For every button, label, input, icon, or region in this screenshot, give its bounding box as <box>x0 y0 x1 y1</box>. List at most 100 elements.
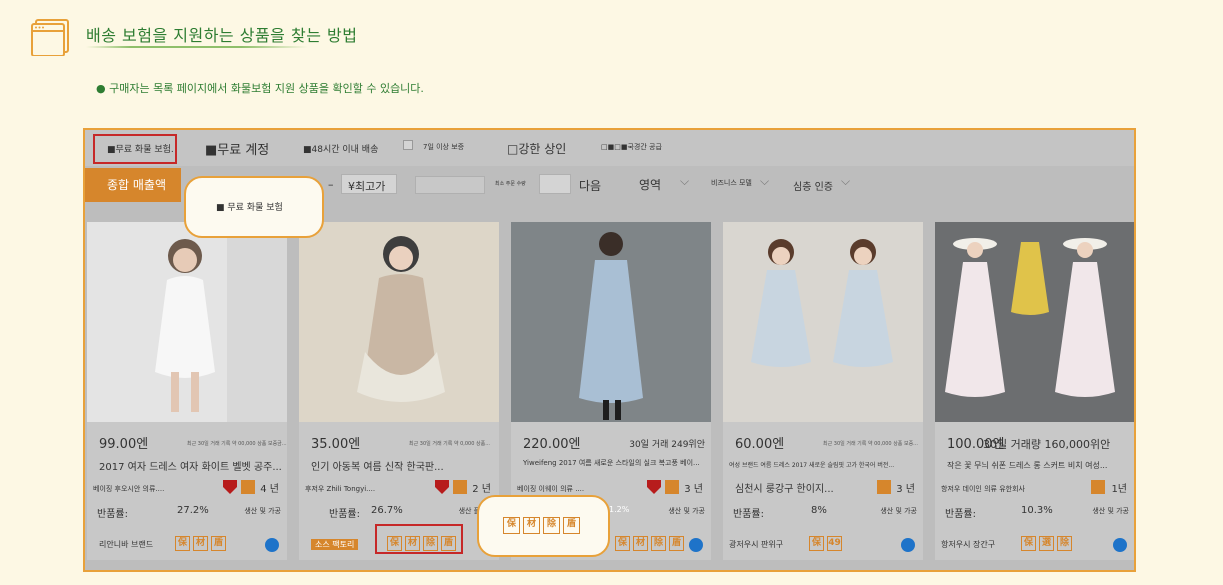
return-rate-label: 반품률: <box>329 509 360 520</box>
chevron-down-icon: ⌵ <box>760 174 770 188</box>
product-title[interactable]: Yiweifeng 2017 여름 새로운 스타일의 실크 복고풍 베이... <box>523 458 709 468</box>
product-image <box>299 222 499 422</box>
insurance-icon: 保 <box>809 536 824 551</box>
product-image <box>935 222 1134 422</box>
insurance-icon: 保 <box>503 517 520 534</box>
production-type: 생산 및 가공 <box>880 507 917 515</box>
chat-icon[interactable] <box>901 538 915 552</box>
next-button[interactable]: 다음 <box>579 177 601 194</box>
return-rate-label: 반품률: <box>945 509 976 520</box>
seller-years: 1년 <box>1111 484 1127 495</box>
title-underline <box>86 46 308 48</box>
filter-7day-return[interactable]: 7일 이상 보증 <box>423 142 464 152</box>
brand-label: 소스 팩토리 <box>311 539 359 550</box>
product-meta: 최근 30일 거래 기록 약 0,000 상품... <box>409 441 490 447</box>
material-icon: 材 <box>633 536 648 551</box>
instruction-note: ● 구매자는 목록 페이지에서 화물보험 지원 상품을 확인할 수 있습니다. <box>96 82 424 95</box>
material-icon: 材 <box>193 536 208 551</box>
return-rate-value: 26.7% <box>371 505 403 516</box>
business-model-dropdown[interactable]: 비즈니스 모델 <box>711 178 752 188</box>
monthly-sales: 30일 거래 249위안 <box>629 440 705 450</box>
seller-name[interactable]: 여성 브랜드 여름 드레스 2017 새로운 슬림핏 고가 한국어 버전... <box>729 460 894 469</box>
product-price: 99.00엔 <box>99 437 149 452</box>
seller-years: 3 년 <box>684 484 703 495</box>
price-dash: – <box>328 178 334 191</box>
shipping-insurance-icon: 除 <box>651 536 666 551</box>
brand-label: 항저우시 장간구 <box>941 540 996 549</box>
trust-badge-icon <box>665 480 679 494</box>
shipping-insurance-icon: 除 <box>1057 536 1072 551</box>
return-rate-value: 27.2% <box>177 505 209 516</box>
trust-badge-icon <box>453 480 467 494</box>
price-range-graph <box>415 176 485 194</box>
return-rate-value: 1.2% <box>609 505 630 514</box>
seller-name[interactable]: 베이징 후오시안 의류.... <box>93 484 164 494</box>
trust-badge-icon <box>241 480 255 494</box>
insurance-icon: 保 <box>1021 536 1036 551</box>
window-icon <box>31 19 69 56</box>
shield-icon <box>647 480 661 494</box>
product-price: 60.00엔 <box>735 437 785 452</box>
production-type: 생산 및 가공 <box>1092 507 1129 515</box>
product-card[interactable]: 35.00엔 최근 30일 거래 기록 약 0,000 상품... 인기 아동복… <box>299 222 499 560</box>
product-title[interactable]: 인기 아동복 여름 신작 한국판... <box>311 458 497 473</box>
return-rate-value: 10.3% <box>1021 505 1053 516</box>
material-icon: 材 <box>523 517 540 534</box>
product-price: 35.00엔 <box>311 437 361 452</box>
chat-icon[interactable] <box>689 538 703 552</box>
seller-years: 3 년 <box>896 484 915 495</box>
service-badges: 保 材 盾 <box>175 536 226 551</box>
product-card[interactable]: 99.00엔 최근 30일 거래 기록 약 00,000 상품 보증금... 2… <box>87 222 287 560</box>
insurance-icon: 保 <box>615 536 630 551</box>
shield-icon <box>223 480 237 494</box>
chat-icon[interactable] <box>265 538 279 552</box>
filter-callout: ■ 무료 화물 보험 <box>184 176 324 238</box>
production-type: 생산 및 가공 <box>668 507 705 515</box>
seller-name[interactable]: 항저우 데이인 의류 유한회사 <box>941 484 1025 494</box>
brand-label: 광저우시 판위구 <box>729 540 784 549</box>
selection-icon: 選 <box>1039 536 1054 551</box>
filter-free-account[interactable]: ■무료 계정 <box>205 139 269 158</box>
service-badges: 保 材 除 盾 <box>615 536 684 551</box>
seller-years: 2 년 <box>472 484 491 495</box>
product-card[interactable]: 100.00엔 30일 거래량 160,000위안 작은 꽃 무늬 쉬폰 드레스… <box>935 222 1134 560</box>
highlight-box <box>93 134 177 164</box>
badge-callout: 保 材 除 盾 <box>477 495 610 557</box>
product-title[interactable]: 작은 꽃 무늬 쉬폰 드레스 롱 스커트 비치 여성... <box>947 460 1133 471</box>
product-title[interactable]: 심천시 룽강구 한이지... <box>735 480 921 495</box>
max-price-input[interactable]: ¥최고가 <box>341 174 397 194</box>
chevron-down-icon: ⌵ <box>680 174 690 188</box>
material-icon: 49 <box>827 536 842 551</box>
page-title: 배송 보험을 지원하는 상품을 찾는 방법 <box>86 26 358 45</box>
min-order-input[interactable] <box>539 174 571 194</box>
trust-badge-icon <box>877 480 891 494</box>
shield-badge-icon: 盾 <box>563 517 580 534</box>
service-badges: 保 49 <box>809 536 842 551</box>
deep-cert-dropdown[interactable]: 심층 인증 <box>793 178 833 193</box>
product-meta: 최근 30일 거래 기록 약 00,000 상품 보증... <box>823 441 918 447</box>
sort-comprehensive-button[interactable]: 종합 매출액 <box>85 168 181 202</box>
filter-bar: ■무료 화물 보험. ■무료 계정 ■48시간 이내 배송 7일 이상 보증 □… <box>85 130 1134 166</box>
product-title[interactable]: 2017 여자 드레스 여자 화이트 벨벳 공주... <box>99 458 285 473</box>
product-image <box>511 222 711 422</box>
region-dropdown[interactable]: 영역 <box>639 176 661 193</box>
seller-name[interactable]: 후저우 Zhili Tongyi.... <box>305 484 375 494</box>
product-meta: 최근 30일 거래 기록 약 00,000 상품 보증금... <box>187 441 287 447</box>
shield-icon <box>435 480 449 494</box>
filter-cross-border[interactable]: □■□■국경간 공급 <box>601 142 662 152</box>
filter-strong-merchant[interactable]: □강한 상인 <box>507 140 566 157</box>
highlight-box <box>375 524 463 554</box>
service-badges: 保 選 除 <box>1021 536 1072 551</box>
seller-name[interactable]: 베이징 이웨이 의류 .... <box>517 484 584 494</box>
product-card[interactable]: 60.00엔 최근 30일 거래 기록 약 00,000 상품 보증... 심천… <box>723 222 923 560</box>
filter-48h-shipping[interactable]: ■48시간 이내 배송 <box>303 142 378 155</box>
brand-label: 리안니바 브랜드 <box>99 540 154 549</box>
min-order-label: 최소 주문 수량 <box>495 181 526 187</box>
chat-icon[interactable] <box>1113 538 1127 552</box>
return-rate-label: 반품률: <box>97 509 128 520</box>
shield-badge-icon: 盾 <box>211 536 226 551</box>
shield-badge-icon: 盾 <box>669 536 684 551</box>
checkbox-icon[interactable] <box>403 140 413 150</box>
insurance-icon: 保 <box>175 536 190 551</box>
production-type: 생산 및 가공 <box>244 507 281 515</box>
